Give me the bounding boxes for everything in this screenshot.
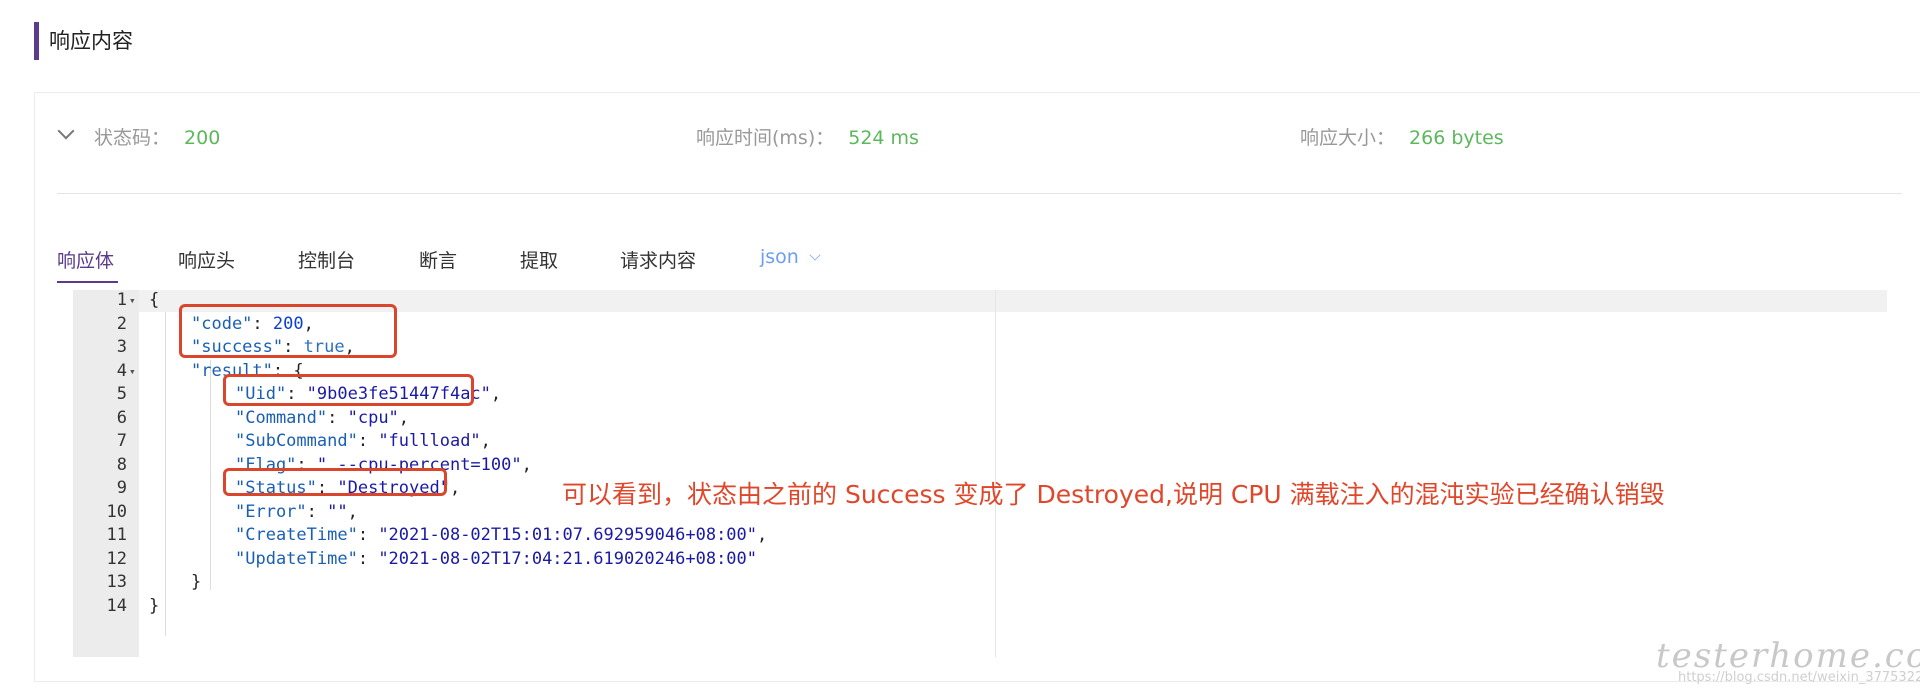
json-end: , — [449, 478, 461, 498]
code-line: "Command": "cpu", — [235, 407, 409, 431]
tab-request-content[interactable]: 请求内容 — [620, 246, 696, 273]
fold-toggle-icon[interactable]: ▾ — [129, 360, 137, 384]
code-editor[interactable]: 1 2 3 4 5 6 7 8 9 10 11 12 13 14 ▾ ▾ { "… — [57, 290, 1887, 657]
json-end: , — [398, 407, 410, 428]
json-sep: : — [357, 525, 379, 545]
line-number: 10 — [106, 501, 127, 522]
json-sep: : — [357, 548, 379, 569]
status-code-value: 200 — [184, 127, 221, 149]
indent-guide — [165, 312, 166, 636]
json-key: "Error" — [235, 501, 307, 522]
json-sep: : — [306, 501, 328, 522]
tab-extract[interactable]: 提取 — [520, 246, 558, 273]
tab-console[interactable]: 控制台 — [298, 246, 355, 273]
line-number: 4 — [116, 360, 127, 381]
format-dropdown[interactable]: json — [760, 246, 821, 268]
json-end: , — [480, 431, 491, 451]
json-value: "2021-08-02T17:04:21.619020246+08:00" — [378, 548, 758, 569]
json-key: "UpdateTime" — [235, 548, 358, 569]
code-line: "CreateTime": "2021-08-02T15:01:07.69295… — [235, 524, 767, 548]
response-size: 响应大小： 266 bytes — [1300, 123, 1504, 150]
json-key: "SubCommand" — [235, 431, 358, 451]
fold-toggle-icon[interactable]: ▾ — [129, 290, 137, 313]
code-line: "SubCommand": "fullload", — [235, 430, 491, 454]
json-value: "cpu" — [347, 407, 399, 428]
status-code-label: 状态码： — [94, 127, 171, 149]
watermark-url: https://blog.csdn.net/weixin_37753227 — [1678, 670, 1920, 685]
indent-guide — [210, 360, 211, 590]
code-line: } — [191, 571, 201, 595]
response-summary: 状态码： 200 响应时间(ms)： 524 ms 响应大小： 266 bytes — [56, 121, 1916, 155]
format-value: json — [760, 246, 799, 268]
line-number: 7 — [116, 431, 127, 451]
response-tabs: 响应体 响应头 控制台 断言 提取 请求内容 json — [57, 246, 1857, 290]
json-sep: : — [327, 407, 348, 428]
json-value: "2021-08-02T15:01:07.692959046+08:00" — [378, 525, 758, 545]
section-title: 响应内容 — [34, 22, 133, 60]
tab-response-body[interactable]: 响应体 — [57, 246, 119, 283]
code-line: } — [149, 595, 159, 619]
response-size-value: 266 bytes — [1409, 127, 1504, 149]
line-number: 6 — [116, 407, 127, 428]
divider — [57, 193, 1902, 194]
response-time-label: 响应时间(ms)： — [696, 127, 835, 149]
line-number: 1 — [116, 290, 127, 310]
highlight-box-code-success — [179, 304, 397, 358]
json-end: , — [347, 501, 358, 522]
code-line: { — [149, 290, 159, 313]
response-size-label: 响应大小： — [1300, 127, 1396, 149]
chevron-down-icon — [809, 249, 821, 261]
line-number: 5 — [116, 384, 127, 404]
line-number: 13 — [106, 572, 127, 592]
annotation-note: 可以看到，状态由之前的 Success 变成了 Destroyed,说明 CPU… — [562, 480, 1665, 509]
status-code: 状态码： 200 — [94, 123, 220, 150]
line-number: 2 — [116, 313, 127, 334]
response-time-value: 524 ms — [848, 127, 919, 149]
json-end: , — [490, 384, 502, 404]
response-time: 响应时间(ms)： 524 ms — [696, 123, 919, 150]
line-number: 14 — [106, 595, 127, 616]
tab-response-headers[interactable]: 响应头 — [178, 246, 235, 273]
print-margin — [995, 290, 996, 657]
json-key: "CreateTime" — [235, 525, 358, 545]
json-end: , — [521, 454, 532, 475]
line-number: 11 — [106, 525, 127, 545]
brace: } — [191, 572, 202, 592]
json-key: "Command" — [235, 407, 328, 428]
json-end: , — [757, 525, 768, 545]
collapse-chevron-icon[interactable] — [57, 122, 75, 140]
line-number: 9 — [116, 478, 127, 498]
highlight-box-uid — [223, 374, 474, 406]
json-value: "" — [327, 501, 348, 522]
brace: { — [149, 290, 160, 310]
code-line: "UpdateTime": "2021-08-02T17:04:21.61902… — [235, 548, 757, 572]
brace: } — [149, 595, 160, 616]
line-number: 12 — [106, 548, 127, 569]
highlight-box-status — [223, 468, 447, 496]
code-line: "Error": "", — [235, 501, 358, 525]
active-line-highlight — [139, 290, 1887, 312]
json-sep: : — [357, 431, 379, 451]
line-number: 3 — [116, 337, 127, 357]
json-value: "fullload" — [378, 431, 481, 451]
line-number: 8 — [116, 454, 127, 475]
tab-assert[interactable]: 断言 — [419, 246, 457, 273]
response-panel: 响应内容 状态码： 200 响应时间(ms)： 524 ms 响应大小： 266 by… — [0, 0, 1920, 694]
